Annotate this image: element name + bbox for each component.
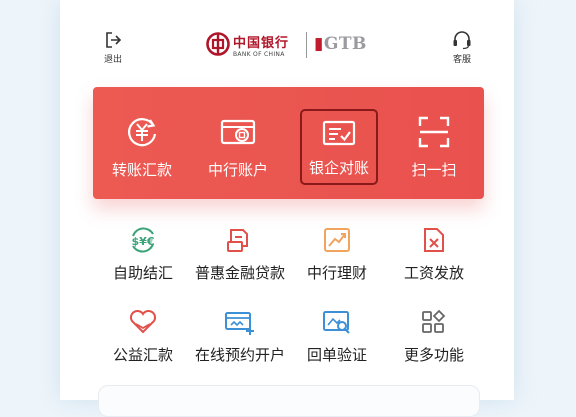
logout-label: 退出 <box>103 55 122 65</box>
bank-name-en: BANK OF CHINA <box>233 51 285 58</box>
grid-item-label: 更多功能 <box>403 346 464 364</box>
boc-emblem-icon <box>206 32 230 56</box>
grid-item-label: 中行理财 <box>306 264 367 282</box>
bank-reconciliation-button[interactable]: 银企对账 <box>300 109 378 185</box>
boc-wealth-button[interactable]: 中行理财 <box>285 226 389 283</box>
online-booking-icon <box>225 312 254 335</box>
header: 退出 中国银行 BANK OF CHINA ▮GTB 客服 <box>60 0 514 80</box>
scan-icon <box>418 116 450 148</box>
grid-item-label: 自助结汇 <box>112 264 173 282</box>
self-service-fx-button[interactable]: $¥€ 自助结汇 <box>91 226 195 283</box>
banner-item-label: 扫一扫 <box>411 161 457 179</box>
banner-item-label: 中行账户 <box>207 161 268 179</box>
grid-item-label: 在线预约开户 <box>194 346 285 364</box>
charity-remittance-button[interactable]: 公益汇款 <box>91 308 195 365</box>
reconcile-icon <box>322 120 356 146</box>
quick-action-banner: 转账汇款 中行账户 银企对账 扫一扫 <box>93 87 484 199</box>
boc-account-button[interactable]: 中行账户 <box>197 105 279 187</box>
grid-item-label: 普惠金融贷款 <box>194 264 285 282</box>
gtb-logo: ▮GTB <box>314 34 367 54</box>
banner-item-label: 银企对账 <box>308 159 369 177</box>
headset-icon <box>453 31 471 50</box>
app-screen: 退出 中国银行 BANK OF CHINA ▮GTB 客服 转账汇款 中行账户 … <box>60 0 514 417</box>
yuan-transfer-icon <box>128 118 157 147</box>
logout-button[interactable]: 退出 <box>93 30 133 65</box>
gtb-text: GTB <box>323 34 367 54</box>
online-account-booking-button[interactable]: 在线预约开户 <box>188 308 292 365</box>
more-functions-button[interactable]: 更多功能 <box>382 308 486 365</box>
fx-exchange-icon: $¥€ <box>132 227 155 253</box>
receipt-verify-icon <box>323 311 350 334</box>
customer-service-button[interactable]: 客服 <box>442 30 482 65</box>
grid-item-label: 公益汇款 <box>112 346 173 364</box>
grid-item-label: 工资发放 <box>403 264 464 282</box>
tower-icon: ▮ <box>314 34 324 54</box>
loan-icon <box>227 229 248 252</box>
more-grid-icon <box>422 309 446 333</box>
account-card-icon <box>220 119 256 145</box>
wealth-chart-icon <box>324 228 350 252</box>
charity-heart-icon <box>129 309 157 334</box>
grid-item-label: 回单验证 <box>306 346 367 364</box>
salary-doc-icon <box>424 228 444 252</box>
logout-icon <box>106 32 122 48</box>
bottom-card <box>98 385 480 417</box>
banner-item-label: 转账汇款 <box>111 161 172 179</box>
logo-divider <box>306 32 307 58</box>
inclusive-loan-button[interactable]: 普惠金融贷款 <box>188 226 292 283</box>
transfer-remittance-button[interactable]: 转账汇款 <box>101 105 183 187</box>
svg-text:$¥€: $¥€ <box>132 235 155 248</box>
service-label: 客服 <box>452 55 471 65</box>
scan-button[interactable]: 扫一扫 <box>393 105 475 187</box>
receipt-verification-button[interactable]: 回单验证 <box>285 308 389 365</box>
salary-payment-button[interactable]: 工资发放 <box>382 226 486 283</box>
bank-name-cn: 中国银行 <box>233 36 290 51</box>
